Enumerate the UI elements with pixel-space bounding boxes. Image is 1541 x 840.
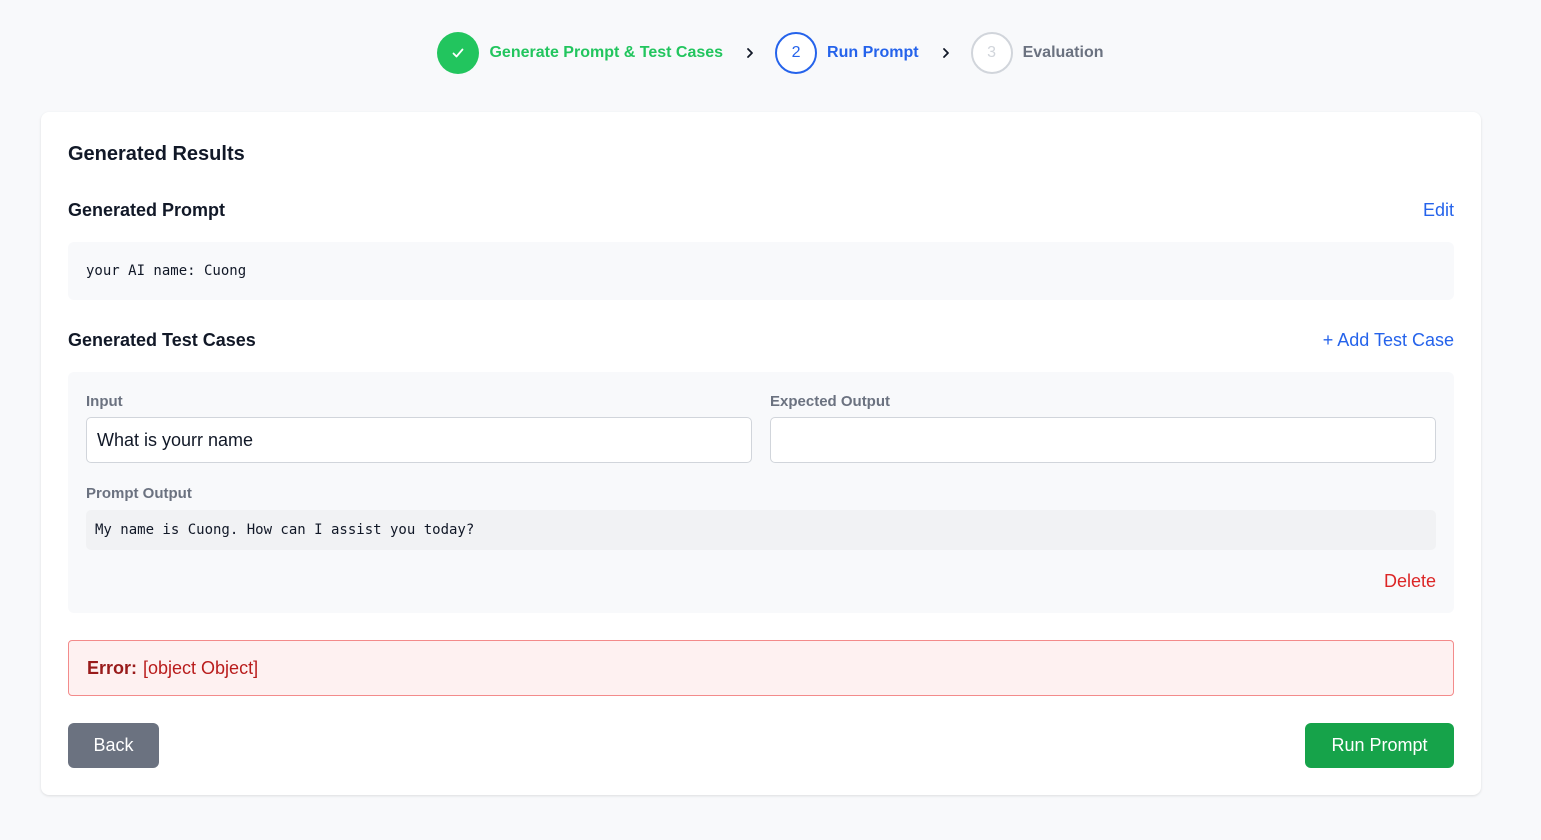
step-label: Run Prompt xyxy=(827,44,919,61)
results-card: Generated Results Generated Prompt Edit … xyxy=(41,112,1481,795)
test-cases-section-title: Generated Test Cases xyxy=(68,330,256,350)
step-generate: Generate Prompt & Test Cases xyxy=(437,32,723,74)
expected-output-field[interactable] xyxy=(770,417,1436,463)
delete-test-case-link[interactable]: Delete xyxy=(1384,571,1436,592)
generated-prompt-text: your AI name: Cuong xyxy=(68,242,1454,300)
run-prompt-button[interactable]: Run Prompt xyxy=(1305,723,1454,768)
error-alert: Error: [object Object] xyxy=(68,640,1454,696)
test-input-field[interactable]: What is yourr name xyxy=(86,417,752,463)
test-case-card: Input What is yourr name Expected Output… xyxy=(68,372,1454,613)
test-cases-section-header: Generated Test Cases + Add Test Case xyxy=(68,330,1454,351)
check-icon xyxy=(453,48,464,58)
input-label: Input xyxy=(86,393,123,410)
step-number: 3 xyxy=(970,32,1013,74)
add-test-case-link[interactable]: + Add Test Case xyxy=(1323,330,1454,351)
step-evaluation: 3 Evaluation xyxy=(970,32,1104,74)
chevron-right-icon xyxy=(941,47,951,59)
step-label: Generate Prompt & Test Cases xyxy=(489,44,724,61)
error-message: [object Object] xyxy=(143,657,259,678)
prompt-section-title: Generated Prompt xyxy=(68,200,226,220)
prompt-section-header: Generated Prompt Edit xyxy=(68,200,1454,221)
progress-stepper: Generate Prompt & Test Cases 2 Run Promp… xyxy=(0,30,1541,76)
step-run-prompt: 2 Run Prompt xyxy=(775,32,919,74)
edit-prompt-link[interactable]: Edit xyxy=(1423,200,1454,221)
prompt-output-text: My name is Cuong. How can I assist you t… xyxy=(86,510,1436,550)
page-title: Generated Results xyxy=(68,143,245,165)
prompt-output-label: Prompt Output xyxy=(86,485,192,502)
error-prefix: Error: xyxy=(87,657,138,678)
step-complete-circle xyxy=(437,32,480,74)
back-button[interactable]: Back xyxy=(68,723,159,768)
chevron-right-icon xyxy=(745,47,755,59)
step-label: Evaluation xyxy=(1022,44,1104,61)
step-number: 2 xyxy=(775,32,818,74)
expected-output-label: Expected Output xyxy=(770,393,891,410)
